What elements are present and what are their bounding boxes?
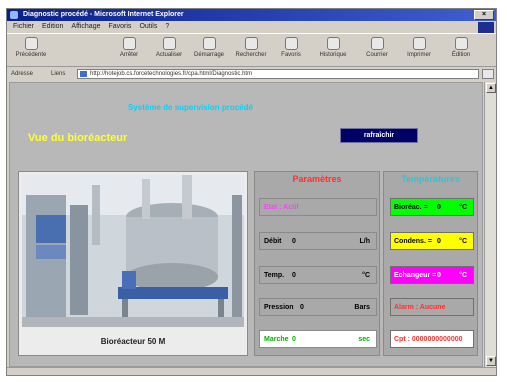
refresh-label: Actualiser: [155, 52, 183, 58]
stop-label: Arrêter: [119, 52, 139, 58]
param-pressure-label: Pression: [264, 304, 294, 311]
temp-bioreactor-unit: °C: [459, 204, 467, 211]
back-label: Précédente: [15, 52, 47, 58]
history-icon: [326, 37, 340, 50]
home-icon: [202, 37, 216, 50]
param-runtime-label: Marche: [264, 336, 289, 343]
param-runtime-unit: sec: [358, 336, 370, 343]
internet-explorer-icon: [10, 11, 18, 19]
temperatures-heading: Températures: [401, 174, 460, 184]
search-button[interactable]: Rechercher: [233, 37, 269, 65]
menu-help[interactable]: ?: [165, 22, 169, 32]
browser-window: Diagnostic procédé - Microsoft Internet …: [6, 8, 497, 376]
print-icon: [412, 37, 426, 50]
alarm-status-label: Alarm : Aucune: [394, 304, 446, 311]
home-label: Démarrage: [193, 52, 224, 58]
photo-caption: Bioréacteur 50 M: [100, 337, 166, 346]
favorites-label: Favoris: [281, 52, 301, 58]
param-runtime-value: 0: [292, 336, 296, 343]
links-label[interactable]: Liens: [51, 68, 65, 80]
temp-bioreactor-label: Bioréac. =: [394, 204, 428, 211]
parameters-heading: Paramètres: [292, 174, 342, 184]
param-pressure: Pression 0 Bars: [259, 298, 377, 316]
address-dropdown-button[interactable]: [482, 69, 494, 79]
stop-button[interactable]: Arrêter: [111, 37, 147, 65]
param-flow-unit: L/h: [359, 238, 371, 245]
menu-fichier[interactable]: Fichier: [13, 22, 34, 32]
temp-condenser-value: 0: [437, 238, 441, 245]
param-pressure-value: 0: [300, 304, 304, 311]
menu-favoris[interactable]: Favoris: [108, 22, 131, 32]
edit-button[interactable]: Édition: [443, 37, 479, 65]
temp-condenser-unit: °C: [459, 238, 467, 245]
home-button[interactable]: Démarrage: [191, 37, 227, 65]
menu-bar: Fichier Edition Affichage Favoris Outils…: [7, 22, 496, 34]
url-field[interactable]: http://hotejob.cs.forcetechnologies.fr/c…: [77, 69, 479, 79]
refresh-icon: [162, 37, 176, 50]
param-temperature-label: Temp.: [264, 272, 285, 279]
menu-outils[interactable]: Outils: [139, 22, 157, 32]
edit-label: Édition: [451, 52, 471, 58]
cycle-counter-label: Cpt : 0000000000000: [394, 336, 463, 343]
mail-icon: [370, 37, 384, 50]
temperatures-panel: Températures Bioréac. = 0 °C Condens. = 0 °C…: [383, 171, 478, 356]
param-temperature: Temp. 0 °C: [259, 266, 377, 284]
address-label: Adresse: [11, 71, 34, 77]
param-flow: Débit 0 L/h: [259, 232, 377, 250]
page-title: Vue du bioréacteur: [28, 132, 128, 144]
back-button[interactable]: Précédente: [13, 37, 49, 65]
print-label: Imprimer: [407, 52, 431, 58]
favorites-icon: [284, 37, 298, 50]
edit-icon: [454, 37, 468, 50]
param-state-label: Etat : Actif: [264, 204, 299, 211]
temp-exchanger-value: 0: [437, 272, 441, 279]
scroll-up-icon[interactable]: ▲: [486, 83, 496, 93]
address-bar: Adresse Liens http://hotejob.cs.forcetec…: [7, 68, 496, 80]
refresh-browser-button[interactable]: Actualiser: [151, 37, 187, 65]
bioreactor-photo: [22, 175, 244, 327]
search-label: Rechercher: [235, 52, 267, 58]
param-temperature-unit: °C: [362, 272, 370, 279]
temp-exchanger: Echangeur = 0 °C: [390, 266, 474, 284]
back-arrow-icon: [24, 37, 38, 50]
bioreactor-photo-panel: Bioréacteur 50 M: [18, 171, 248, 356]
temp-bioreactor: Bioréac. = 0 °C: [390, 198, 474, 216]
cycle-counter: Cpt : 0000000000000: [390, 330, 474, 348]
alarm-status: Alarm : Aucune: [390, 298, 474, 316]
parameters-panel: Paramètres Etat : Actif Débit 0 L/h Temp. 0…: [254, 171, 380, 356]
menu-affichage[interactable]: Affichage: [71, 22, 100, 32]
param-runtime: Marche 0 sec: [259, 330, 377, 348]
temp-condenser: Condens. = 0 °C: [390, 232, 474, 250]
page-header-caption: Système de supervision procédé: [128, 103, 253, 112]
refresh-data-button[interactable]: rafraîchir: [340, 128, 418, 143]
title-bar: Diagnostic procédé - Microsoft Internet …: [7, 9, 496, 21]
browser-toolbar: Précédente Arrêter Actualiser Démarrage …: [7, 33, 496, 67]
history-label: Historique: [319, 52, 347, 58]
page-content: Système de supervision procédé Vue du bi…: [9, 82, 483, 367]
temp-bioreactor-value: 0: [437, 204, 441, 211]
menu-edition[interactable]: Edition: [42, 22, 63, 32]
stop-icon: [122, 37, 136, 50]
param-temperature-value: 0: [292, 272, 296, 279]
scroll-down-icon[interactable]: ▼: [486, 356, 496, 366]
vertical-scrollbar[interactable]: ▲ ▼: [484, 82, 496, 367]
temp-condenser-label: Condens. =: [394, 238, 432, 245]
history-button[interactable]: Historique: [315, 37, 351, 65]
window-title: Diagnostic procédé - Microsoft Internet …: [23, 11, 184, 18]
status-bar: [7, 367, 496, 376]
temp-exchanger-unit: °C: [459, 272, 467, 279]
search-icon: [244, 37, 258, 50]
print-button[interactable]: Imprimer: [401, 37, 437, 65]
param-flow-value: 0: [292, 238, 296, 245]
param-flow-label: Débit: [264, 238, 282, 245]
param-state: Etat : Actif: [259, 198, 377, 216]
param-pressure-unit: Bars: [354, 304, 370, 311]
mail-label: Courrier: [366, 52, 388, 58]
temp-exchanger-label: Echangeur =: [394, 272, 437, 279]
favorites-button[interactable]: Favoris: [273, 37, 309, 65]
close-button[interactable]: ×: [474, 10, 494, 20]
mail-button[interactable]: Courrier: [359, 37, 395, 65]
